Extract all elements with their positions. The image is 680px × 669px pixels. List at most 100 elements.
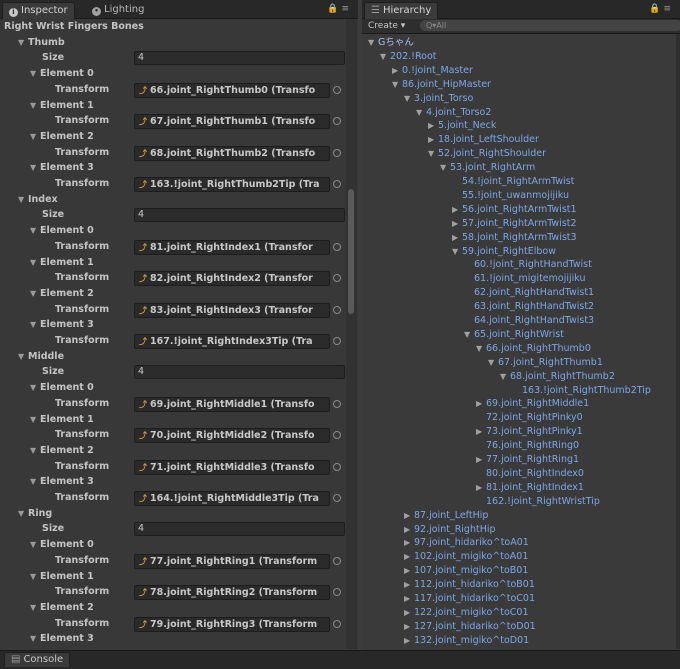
tree-item[interactable]: ▶ 0.!joint_Master — [392, 64, 473, 78]
tree-item[interactable]: ▶ 97.joint_hidariko^toA01 — [404, 536, 529, 550]
element-foldout[interactable]: ▼ Element 2 — [0, 600, 344, 615]
tree-item[interactable]: ▶ 81.joint_RightIndex1 — [476, 481, 584, 495]
expand-arrow-icon[interactable]: ▶ — [404, 634, 414, 648]
expand-arrow-icon[interactable]: ▼ — [30, 412, 40, 427]
expand-arrow-icon[interactable]: ▶ — [428, 133, 438, 147]
lock-icon[interactable]: 🔒 — [649, 4, 663, 14]
lock-icon[interactable]: 🔒 — [327, 4, 341, 14]
expand-arrow-icon[interactable]: ▼ — [368, 36, 378, 50]
tree-item[interactable]: ▼ 4.joint_Torso2 — [416, 106, 491, 120]
panel-menu-icon[interactable]: ≡ — [663, 4, 674, 14]
element-foldout[interactable]: ▼ Element 0 — [0, 66, 344, 81]
tree-item[interactable]: ▶ 107.joint_migiko^toB01 — [404, 564, 528, 578]
object-picker-icon[interactable] — [333, 588, 341, 597]
panel-menu-icon[interactable]: ≡ — [341, 4, 352, 14]
tree-item[interactable]: ▶ 57.joint_RightArmTwist2 — [452, 217, 577, 231]
tree-item[interactable]: ▶ 73.joint_RightPinky1 — [476, 425, 583, 439]
tree-item[interactable]: ▼ 52.joint_RightShoulder — [428, 147, 546, 161]
tab-hierarchy[interactable]: ☰ Hierarchy — [364, 2, 439, 19]
tree-item[interactable]: ▶ 69.joint_RightMiddle1 — [476, 397, 589, 411]
tree-item[interactable]: 60.!joint_RightHandTwist — [464, 258, 592, 272]
expand-arrow-icon[interactable]: ▶ — [404, 509, 414, 523]
object-field[interactable]: ⤴ 66.joint_RightThumb0 (Transfo — [134, 82, 330, 98]
element-foldout[interactable]: ▼ Element 1 — [0, 569, 344, 584]
foldout-middle[interactable]: ▼ Middle — [0, 349, 344, 364]
expand-arrow-icon[interactable]: ▼ — [18, 506, 28, 521]
expand-arrow-icon[interactable]: ▼ — [30, 380, 40, 395]
foldout-thumb[interactable]: ▼ Thumb — [0, 35, 344, 50]
size-field[interactable]: 4 — [134, 51, 345, 66]
object-picker-icon[interactable] — [333, 619, 341, 628]
expand-arrow-icon[interactable]: ▶ — [404, 578, 414, 592]
tree-item[interactable]: ▶ 117.joint_hidariko^toC01 — [404, 592, 535, 606]
expand-arrow-icon[interactable]: ▶ — [428, 119, 438, 133]
tree-item[interactable]: 63.joint_RightHandTwist2 — [464, 300, 594, 314]
expand-arrow-icon[interactable]: ▶ — [452, 217, 462, 231]
element-foldout[interactable]: ▼ Element 0 — [0, 537, 344, 552]
tree-item[interactable]: ▶ 122.joint_migiko^toC01 — [404, 606, 529, 620]
tree-item[interactable]: ▼ 59.joint_RightElbow — [452, 245, 556, 259]
expand-arrow-icon[interactable]: ▼ — [488, 356, 498, 370]
object-picker-icon[interactable] — [333, 117, 341, 126]
scrollbar-thumb[interactable] — [348, 189, 354, 314]
tree-item[interactable]: ▶ 77.joint_RightRing1 — [476, 453, 579, 467]
expand-arrow-icon[interactable]: ▼ — [30, 317, 40, 332]
tree-item[interactable]: 62.joint_RightHandTwist1 — [464, 286, 594, 300]
tree-item[interactable]: ▼ 202.!Root — [380, 50, 436, 64]
tab-console[interactable]: ▤ Console — [4, 652, 71, 667]
element-foldout[interactable]: ▼ Element 3 — [0, 160, 344, 175]
size-field[interactable]: 4 — [134, 522, 345, 537]
expand-arrow-icon[interactable]: ▶ — [404, 550, 414, 564]
object-field[interactable]: ⤴ 67.joint_RightThumb1 (Transfo — [134, 114, 330, 130]
expand-arrow-icon[interactable]: ▼ — [18, 35, 28, 50]
object-field[interactable]: ⤴ 163.!joint_RightThumb2Tip (Tra — [134, 177, 330, 192]
expand-arrow-icon[interactable]: ▼ — [30, 286, 40, 301]
expand-arrow-icon[interactable]: ▼ — [30, 443, 40, 458]
object-picker-icon[interactable] — [333, 431, 341, 440]
tree-item[interactable]: 80.joint_RightIndex0 — [476, 467, 584, 481]
expand-arrow-icon[interactable]: ▼ — [464, 328, 474, 342]
expand-arrow-icon[interactable]: ▼ — [392, 78, 402, 92]
tab-inspector[interactable]: i Inspector — [2, 2, 75, 19]
expand-arrow-icon[interactable]: ▶ — [404, 564, 414, 578]
tree-item[interactable]: 55.!joint_uwanmojijiku — [452, 189, 569, 203]
expand-arrow-icon[interactable]: ▼ — [428, 147, 438, 161]
tree-item[interactable]: 76.joint_RightRing0 — [476, 439, 579, 453]
expand-arrow-icon[interactable]: ▼ — [30, 631, 40, 646]
expand-arrow-icon[interactable]: ▼ — [30, 98, 40, 113]
expand-arrow-icon[interactable]: ▼ — [30, 160, 40, 175]
object-field[interactable]: ⤴ 68.joint_RightThumb2 (Transfo — [134, 145, 330, 161]
panel-menu[interactable]: 🔒≡ — [649, 4, 674, 14]
tree-item[interactable]: ▼ 65.joint_RightWrist — [464, 328, 564, 342]
tree-item[interactable]: ▶ 92.joint_RightHip — [404, 523, 496, 537]
object-picker-icon[interactable] — [333, 242, 341, 251]
expand-arrow-icon[interactable]: ▼ — [30, 474, 40, 489]
object-field[interactable]: ⤴ 82.joint_RightIndex2 (Transfor — [134, 271, 330, 287]
object-field[interactable]: ⤴ 167.!joint_RightIndex3Tip (Tra — [134, 334, 330, 349]
element-foldout[interactable]: ▼ Element 0 — [0, 380, 344, 395]
tree-item[interactable]: ▼ 68.joint_RightThumb2 — [500, 370, 615, 384]
expand-arrow-icon[interactable]: ▶ — [404, 620, 414, 634]
expand-arrow-icon[interactable]: ▼ — [380, 50, 390, 64]
size-field[interactable]: 4 — [134, 365, 345, 380]
object-field[interactable]: ⤴ 78.joint_RightRing2 (Transform — [134, 585, 330, 601]
expand-arrow-icon[interactable]: ▼ — [30, 66, 40, 81]
object-field[interactable]: ⤴ 81.joint_RightIndex1 (Transfor — [134, 239, 330, 255]
element-foldout[interactable]: ▼ Element 2 — [0, 443, 344, 458]
expand-arrow-icon[interactable]: ▼ — [30, 569, 40, 584]
element-foldout[interactable]: ▼ Element 2 — [0, 286, 344, 301]
create-button[interactable]: Create ▾ — [368, 20, 405, 32]
object-picker-icon[interactable] — [333, 180, 341, 188]
tree-item[interactable]: ▼ 67.joint_RightThumb1 — [488, 356, 603, 370]
search-input[interactable]: Q▾All — [420, 20, 680, 31]
object-field[interactable]: ⤴ 79.joint_RightRing3 (Transform — [134, 616, 330, 632]
expand-arrow-icon[interactable]: ▼ — [30, 537, 40, 552]
tree-item[interactable]: 64.joint_RightHandTwist3 — [464, 314, 594, 328]
tree-item[interactable]: ▶ 58.joint_RightArmTwist3 — [452, 231, 577, 245]
object-field[interactable]: ⤴ 71.joint_RightMiddle3 (Transfo — [134, 459, 330, 475]
expand-arrow-icon[interactable]: ▶ — [476, 397, 486, 411]
expand-arrow-icon[interactable]: ▶ — [476, 425, 486, 439]
tree-item[interactable]: ▶ 132.joint_migiko^toD01 — [404, 634, 529, 648]
expand-arrow-icon[interactable]: ▼ — [500, 370, 510, 384]
element-foldout[interactable]: ▼ Element 3 — [0, 474, 344, 489]
